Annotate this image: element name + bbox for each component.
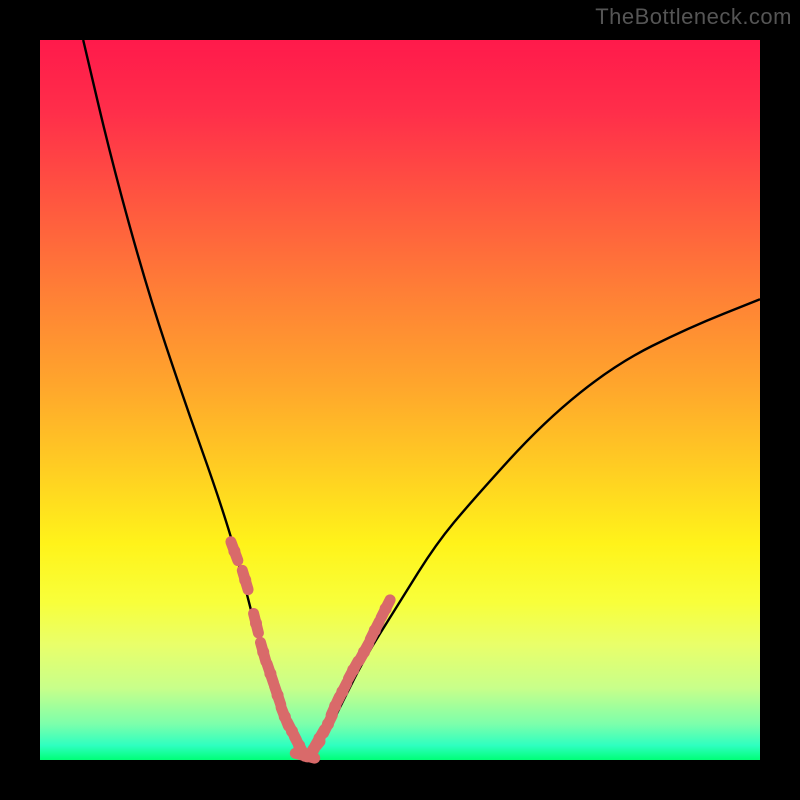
marker-dot bbox=[257, 646, 269, 658]
marker-dot bbox=[336, 686, 348, 698]
marker-dot bbox=[272, 689, 284, 701]
curve-layer bbox=[40, 40, 760, 760]
marker-dot bbox=[228, 545, 240, 557]
marker-dot bbox=[239, 574, 251, 586]
marker-dot bbox=[358, 646, 370, 658]
bottleneck-curve bbox=[83, 40, 760, 758]
marker-dot bbox=[369, 624, 381, 636]
marker-dot bbox=[250, 617, 262, 629]
marker-dot bbox=[380, 603, 392, 615]
chart-frame: TheBottleneck.com bbox=[0, 0, 800, 800]
curve-markers bbox=[228, 542, 391, 762]
marker-dot bbox=[264, 668, 276, 680]
watermark-text: TheBottleneck.com bbox=[595, 4, 792, 30]
plot-area bbox=[40, 40, 760, 760]
